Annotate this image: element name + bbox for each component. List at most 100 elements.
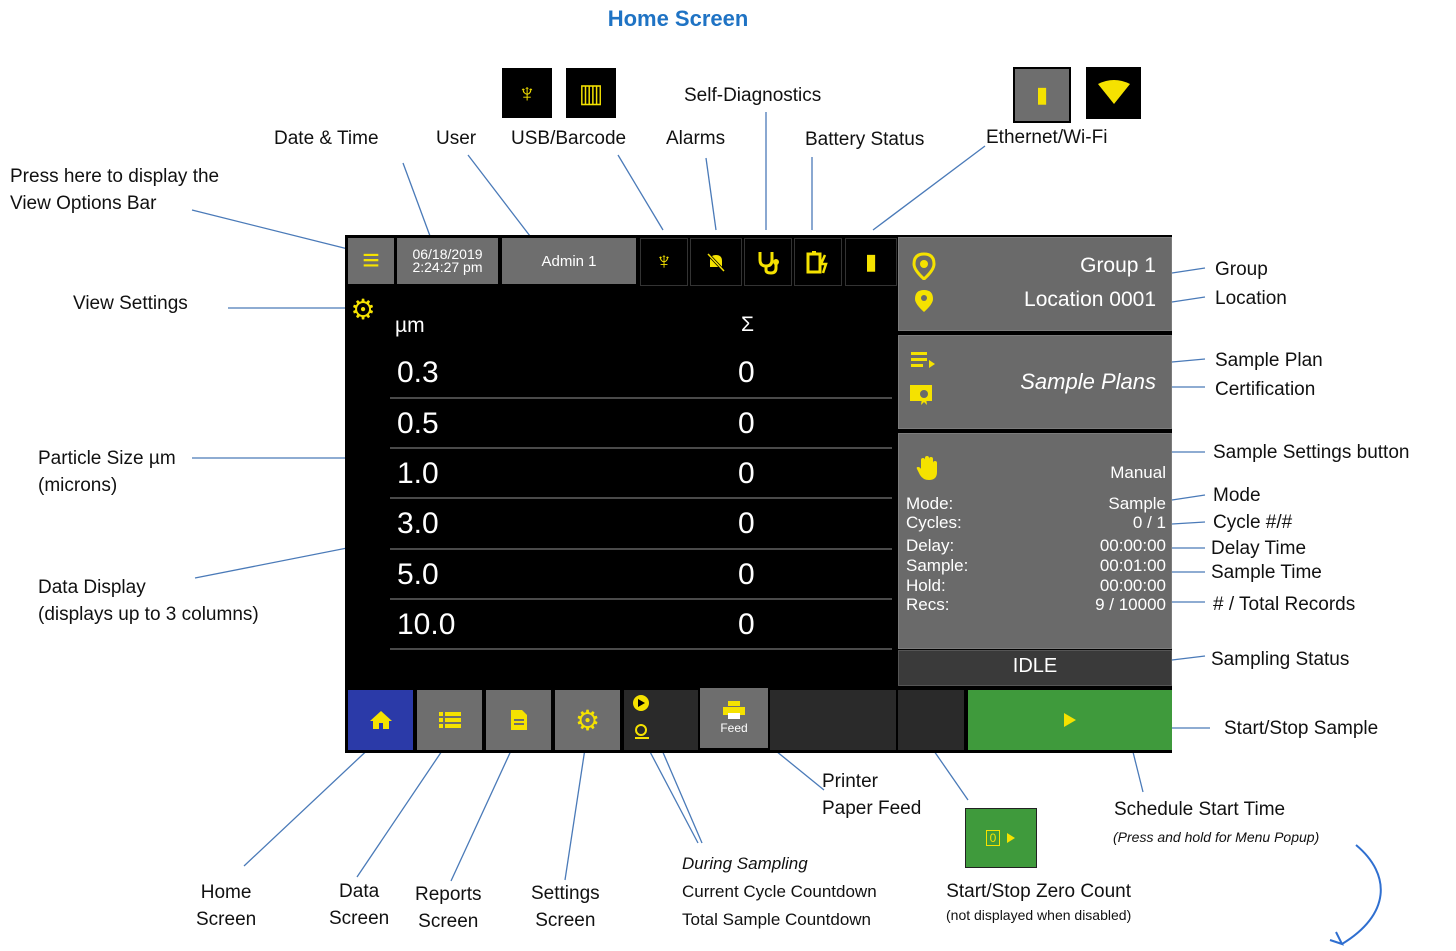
view-options-menu-button[interactable]: ≡: [348, 238, 394, 284]
report-document-icon: [510, 710, 527, 730]
size-cell-2: 1.0: [397, 457, 439, 490]
label-schedule-note: (Press and hold for Menu Popup): [1113, 829, 1320, 845]
settings-value-hold: 00:00:00: [1099, 576, 1166, 595]
label-ethernet-wifi: Ethernet/Wi-Fi: [986, 127, 1108, 148]
size-cell-4: 5.0: [397, 558, 439, 591]
cycle-countdown-icon: [633, 695, 649, 711]
label-reports-screen: Reports Screen: [415, 884, 482, 932]
size-cell-3: 3.0: [397, 507, 439, 540]
row-divider: [390, 397, 892, 399]
sampling-status-text: IDLE: [1012, 655, 1058, 677]
label-sample-plan: Sample Plan: [1215, 350, 1323, 371]
nav-empty-slot: [770, 690, 896, 750]
label-printer-paper-feed: Printer Paper Feed: [822, 771, 922, 819]
size-cell-0: 0.3: [397, 356, 439, 389]
start-stop-sample-button[interactable]: [968, 690, 1172, 750]
gear-icon: ⚙: [574, 704, 601, 736]
data-screen-button[interactable]: [417, 690, 482, 750]
printer-feed-button[interactable]: Feed: [700, 688, 768, 748]
battery-status-button[interactable]: [794, 238, 842, 286]
row-divider: [390, 548, 892, 550]
settings-value-recs: 9 / 10000: [1095, 595, 1166, 614]
reports-screen-button[interactable]: [486, 690, 551, 750]
count-cell-0: 0: [738, 356, 755, 389]
alarm-muted-icon: [706, 252, 726, 273]
settings-value-sample: 00:01:00: [1099, 556, 1166, 575]
label-mode: Mode: [1213, 485, 1261, 506]
settings-value-cycles: 0 / 1: [1132, 513, 1166, 532]
label-start-stop-sample: Start/Stop Sample: [1224, 718, 1379, 739]
date-time-button[interactable]: 06/18/2019 2:24:27 pm: [397, 238, 498, 284]
row-divider: [390, 447, 892, 449]
wifi-icon-sample: [1086, 67, 1141, 119]
zero-count-slot[interactable]: [898, 690, 964, 750]
printer-icon: [723, 701, 745, 719]
home-screen-button[interactable]: [348, 690, 413, 750]
count-cell-1: 0: [738, 407, 755, 440]
settings-label-recs: Recs:: [906, 595, 950, 614]
stethoscope-icon: [758, 252, 779, 275]
row-divider: [390, 648, 892, 650]
label-settings-screen: Settings Screen: [531, 883, 600, 931]
zero-count-icon: 0: [985, 830, 1001, 846]
label-alarms: Alarms: [666, 128, 726, 149]
view-settings-gear-icon[interactable]: ⚙: [348, 294, 378, 325]
label-data-screen: Data Screen: [329, 881, 390, 929]
settings-screen-button[interactable]: ⚙: [555, 690, 620, 750]
group-location-panel[interactable]: [898, 237, 1172, 331]
ethernet-icon: ▮: [864, 249, 878, 274]
label-view-settings: View Settings: [73, 293, 188, 314]
label-self-diagnostics: Self-Diagnostics: [684, 85, 822, 106]
label-press-here: Press here to display the View Options Ba…: [10, 166, 220, 214]
hamburger-icon: ≡: [362, 244, 380, 277]
location-pin-icon: [915, 290, 933, 312]
count-cell-4: 0: [738, 558, 755, 591]
label-schedule-start-time: Schedule Start Time: [1114, 799, 1286, 820]
label-sample-time: Sample Time: [1211, 562, 1322, 583]
barcode-icon-sample: ▥: [566, 68, 616, 118]
label-home-screen: Home Screen: [196, 882, 257, 930]
settings-label-delay: Delay:: [906, 536, 955, 555]
usb-icon-sample: ♆: [502, 68, 552, 118]
play-icon: [1007, 833, 1016, 843]
label-date-time: Date & Time: [274, 128, 379, 149]
user-name: Admin 1: [541, 252, 597, 270]
size-column-header: µm: [395, 314, 425, 337]
label-countdowns: During Sampling Current Cycle Countdown …: [682, 854, 877, 929]
certification-icon: [910, 385, 932, 405]
sample-plan-icon: [911, 352, 935, 368]
label-data-display: Data Display (displays up to 3 columns): [38, 577, 259, 625]
ethernet-wifi-button[interactable]: ▮: [845, 238, 897, 286]
alarms-button[interactable]: [690, 238, 742, 286]
count-cell-3: 0: [738, 507, 755, 540]
self-diagnostics-button[interactable]: [744, 238, 792, 286]
label-cycle: Cycle #/#: [1213, 512, 1293, 533]
list-icon: [438, 712, 461, 728]
settings-value-delay: 00:00:00: [1099, 536, 1166, 555]
location-name: Location 0001: [1024, 288, 1156, 311]
settings-label-sample: Sample:: [906, 556, 969, 575]
battery-charging-icon: [806, 251, 828, 274]
count-cell-5: 0: [738, 608, 755, 641]
label-sample-settings-button: Sample Settings button: [1213, 442, 1410, 463]
usb-status-button[interactable]: ♆: [640, 238, 688, 286]
ethernet-icon-sample: ▮: [1013, 67, 1071, 123]
row-divider: [390, 598, 892, 600]
settings-value-mode: Sample: [1108, 494, 1166, 513]
label-group: Group: [1215, 259, 1268, 280]
count-cell-2: 0: [738, 457, 755, 490]
home-icon: [369, 711, 392, 729]
total-countdown-icon: [635, 724, 649, 739]
time-text: 2:24:27 pm: [412, 259, 483, 275]
play-icon: [1064, 713, 1076, 727]
label-total-records: # / Total Records: [1213, 594, 1356, 615]
label-particle-size: Particle Size µm (microns): [38, 448, 176, 496]
user-button[interactable]: Admin 1: [502, 238, 636, 284]
label-location: Location: [1215, 288, 1287, 309]
label-delay-time: Delay Time: [1211, 538, 1307, 559]
label-sampling-status: Sampling Status: [1211, 649, 1350, 670]
sample-plans-label: Sample Plans: [1020, 369, 1156, 394]
settings-label-mode: Mode:: [906, 494, 954, 513]
sum-column-header: Σ: [741, 313, 754, 336]
label-user: User: [436, 128, 477, 149]
